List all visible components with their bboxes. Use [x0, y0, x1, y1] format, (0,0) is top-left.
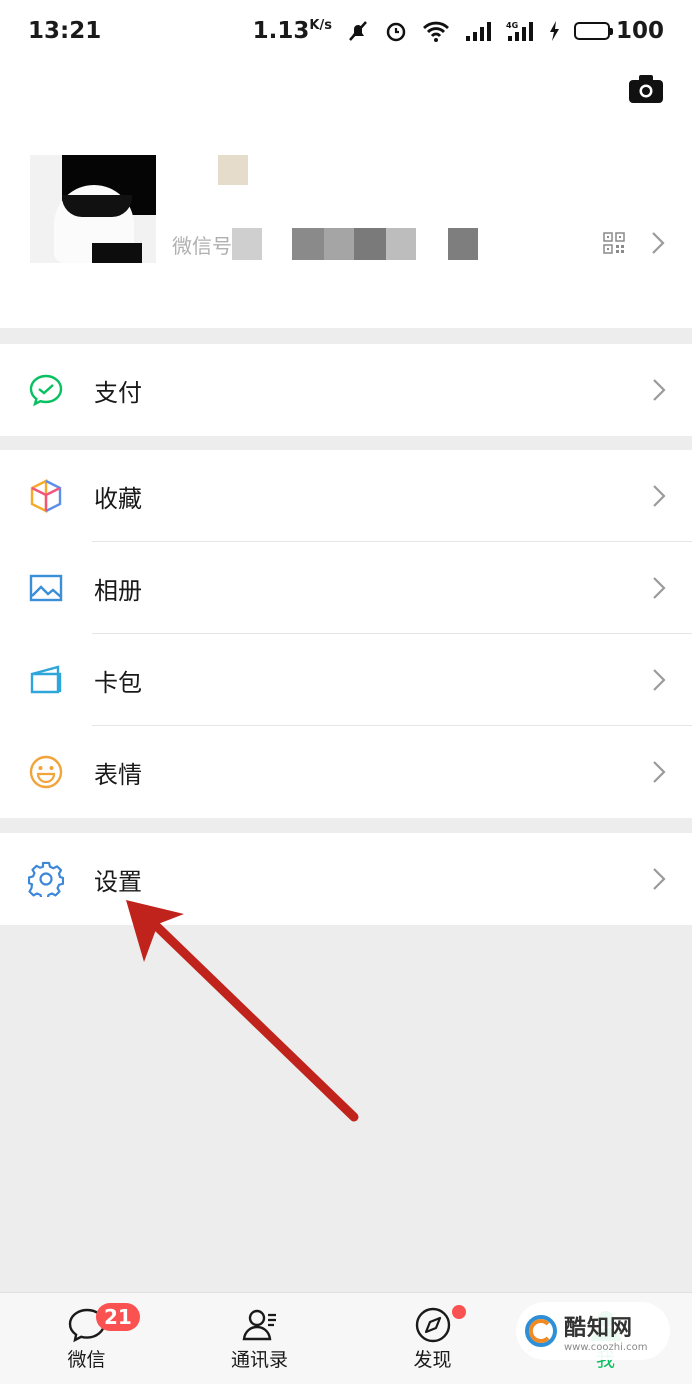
smiley-icon — [29, 755, 63, 789]
tab-label: 微信 — [67, 1349, 106, 1371]
menu-item-label: 设置 — [94, 867, 142, 896]
camera-icon[interactable] — [628, 74, 664, 104]
nickname-mosaic — [218, 155, 248, 185]
chevron-right-icon[interactable] — [651, 231, 665, 255]
menu-item-favorites[interactable]: 收藏 — [0, 450, 692, 542]
menu-item-album[interactable]: 相册 — [0, 542, 692, 634]
chevron-right-icon — [653, 669, 666, 691]
menu-item-cards[interactable]: 卡包 — [0, 634, 692, 726]
signal-4g-icon: 4G — [506, 21, 533, 41]
card-wallet-icon — [30, 665, 62, 694]
menu-item-label: 相册 — [94, 576, 142, 605]
battery: 100 — [573, 18, 664, 44]
watermark-logo-icon — [525, 1315, 557, 1347]
qr-code-icon[interactable] — [603, 232, 625, 254]
status-time: 13:21 — [28, 18, 102, 44]
tab-label: 发现 — [413, 1349, 452, 1371]
gear-icon — [28, 861, 64, 897]
menu-group-main: 收藏 相册 卡包 表情 — [0, 450, 692, 818]
charging-icon — [549, 21, 559, 41]
chevron-right-icon — [653, 761, 666, 783]
compass-icon — [415, 1307, 450, 1343]
tab-discover[interactable]: 发现 — [346, 1293, 519, 1384]
mute-icon — [349, 21, 367, 41]
svg-text:4G: 4G — [506, 21, 518, 30]
menu-item-label: 卡包 — [94, 668, 142, 697]
tab-label: 通讯录 — [230, 1349, 288, 1371]
unread-badge: 21 — [96, 1303, 140, 1331]
battery-level: 100 — [615, 18, 664, 44]
pay-icon — [29, 374, 63, 407]
menu-group-pay: 支付 — [0, 344, 692, 436]
network-speed-unit: K/s — [309, 18, 332, 33]
chevron-right-icon — [653, 379, 666, 401]
tab-contacts[interactable]: 通讯录 — [173, 1293, 346, 1384]
menu-group-settings: 设置 — [0, 833, 692, 925]
contacts-icon — [242, 1309, 276, 1341]
chevron-right-icon — [653, 868, 666, 890]
status-icons: 1.13K/s 4G 100 — [253, 18, 664, 44]
wechat-id-mosaic — [232, 228, 262, 260]
watermark: 酷知网 www.coozhi.com — [516, 1302, 670, 1360]
menu-item-label: 表情 — [94, 760, 142, 789]
battery-icon — [573, 22, 613, 40]
network-speed: 1.13K/s — [253, 18, 332, 44]
profile-header[interactable]: 微信号： — [0, 62, 692, 328]
menu-item-label: 支付 — [94, 378, 142, 407]
menu-item-pay[interactable]: 支付 — [0, 344, 692, 436]
new-dot-badge — [452, 1305, 466, 1319]
menu-item-stickers[interactable]: 表情 — [0, 726, 692, 818]
chevron-right-icon — [653, 485, 666, 507]
status-bar: 13:21 1.13K/s 4G 100 — [0, 0, 692, 62]
wifi-icon — [422, 21, 449, 42]
alarm-icon — [386, 22, 406, 42]
tab-chats[interactable]: 21 微信 — [0, 1293, 173, 1384]
chevron-right-icon — [653, 577, 666, 599]
watermark-url: www.coozhi.com — [564, 1341, 648, 1353]
wechat-id: 微信号： — [172, 228, 478, 260]
favorites-cube-icon — [30, 479, 62, 513]
album-icon — [29, 574, 63, 602]
menu-item-label: 收藏 — [94, 484, 142, 513]
signal-icon — [465, 22, 491, 41]
avatar[interactable] — [30, 155, 156, 263]
watermark-title: 酷知网 — [564, 1315, 634, 1341]
network-speed-value: 1.13 — [252, 18, 310, 44]
menu-item-settings[interactable]: 设置 — [0, 833, 692, 925]
